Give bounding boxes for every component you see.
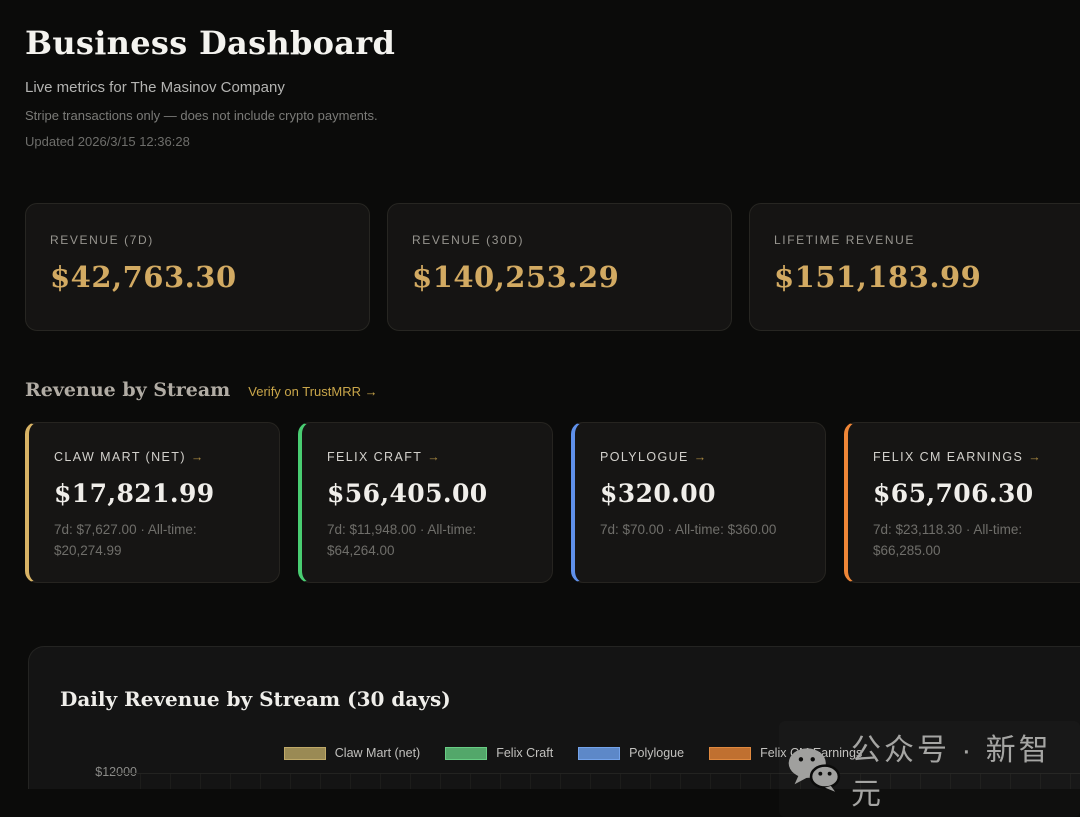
- stat-label: LIFETIME REVENUE: [774, 233, 915, 247]
- stream-value: $65,706.30: [873, 479, 1034, 508]
- legend-item-polylogue[interactable]: Polylogue: [578, 746, 684, 760]
- stat-card-revenue-30d: REVENUE (30D) $140,253.29: [387, 203, 732, 331]
- arrow-right-icon: →: [1028, 450, 1041, 464]
- stream-value: $56,405.00: [327, 479, 488, 508]
- page-title: Business Dashboard: [25, 24, 396, 62]
- stream-label-text: FELIX CM EARNINGS: [873, 450, 1024, 464]
- stat-card-lifetime-revenue: LIFETIME REVENUE $151,183.99: [749, 203, 1080, 331]
- stream-card-felix-cm-earnings[interactable]: FELIX CM EARNINGS → $65,706.30 7d: $23,11…: [844, 422, 1080, 583]
- stream-subtext: 7d: $70.00 · All-time: $360.00: [600, 522, 777, 537]
- legend-label: Felix Craft: [496, 746, 554, 760]
- stream-label-text: POLYLOGUE: [600, 450, 689, 464]
- section-title: Revenue by Stream: [25, 379, 231, 401]
- stat-value: $151,183.99: [774, 260, 982, 294]
- stat-label: REVENUE (30D): [412, 233, 525, 247]
- stream-cards-row: CLAW MART (NET) → $17,821.99 7d: $7,627.0…: [25, 422, 1080, 583]
- stream-label: FELIX CRAFT →: [327, 450, 528, 464]
- stream-label-text: CLAW MART (NET): [54, 450, 186, 464]
- arrow-right-icon: →: [190, 450, 204, 464]
- chart-title: Daily Revenue by Stream (30 days): [60, 687, 451, 711]
- legend-swatch-felix-cm-earnings: [709, 746, 752, 760]
- stream-subtext: 7d: $11,948.00 · All-time: $64,264.00: [327, 522, 477, 558]
- legend-label: Polylogue: [629, 746, 685, 760]
- stat-card-revenue-7d: REVENUE (7D) $42,763.30: [25, 203, 370, 331]
- page-subtitle: Live metrics for The Masinov Company: [25, 79, 285, 96]
- wechat-icon: [788, 748, 841, 792]
- legend-item-felix-craft[interactable]: Felix Craft: [445, 746, 553, 760]
- stat-cards-row: REVENUE (7D) $42,763.30 REVENUE (30D) $1…: [25, 203, 1080, 331]
- revenue-by-stream-header: Revenue by Stream Verify on TrustMRR →: [25, 379, 1080, 401]
- stat-value: $42,763.30: [50, 260, 237, 294]
- legend-swatch-claw-mart: [283, 746, 326, 760]
- legend-item-claw-mart[interactable]: Claw Mart (net): [283, 746, 421, 760]
- stream-value: $17,821.99: [54, 479, 215, 508]
- updated-timestamp: Updated 2026/3/15 12:36:28: [25, 134, 190, 149]
- stream-label: FELIX CM EARNINGS →: [873, 450, 1074, 464]
- stream-label: CLAW MART (NET) →: [54, 450, 255, 464]
- page-header: Business Dashboard Live metrics for The …: [25, 24, 1080, 149]
- stream-subtext: 7d: $23,118.30 · All-time: $66,285.00: [873, 522, 1023, 558]
- legend-swatch-polylogue: [578, 746, 621, 760]
- stream-card-polylogue[interactable]: POLYLOGUE → $320.00 7d: $70.00 · All-time…: [571, 422, 826, 583]
- stat-value: $140,253.29: [412, 260, 620, 294]
- stream-card-felix-craft[interactable]: FELIX CRAFT → $56,405.00 7d: $11,948.00 ·…: [298, 422, 553, 583]
- arrow-right-icon: →: [693, 450, 707, 464]
- stream-label-text: FELIX CRAFT: [327, 450, 423, 464]
- stream-value: $320.00: [600, 479, 716, 508]
- stat-label: REVENUE (7D): [50, 233, 154, 247]
- watermark: 公众号 · 新智元: [779, 721, 1080, 817]
- legend-label: Claw Mart (net): [334, 746, 421, 760]
- stream-subtext: 7d: $7,627.00 · All-time: $20,274.99: [54, 522, 197, 558]
- stream-label: POLYLOGUE →: [600, 450, 801, 464]
- stripe-note: Stripe transactions only — does not incl…: [25, 108, 378, 123]
- stream-card-claw-mart[interactable]: CLAW MART (NET) → $17,821.99 7d: $7,627.0…: [25, 422, 280, 583]
- verify-trustmrr-link[interactable]: Verify on TrustMRR →: [248, 384, 377, 399]
- legend-swatch-felix-craft: [445, 746, 488, 760]
- watermark-text: 公众号 · 新智元: [851, 734, 1052, 811]
- arrow-right-icon: →: [427, 450, 440, 464]
